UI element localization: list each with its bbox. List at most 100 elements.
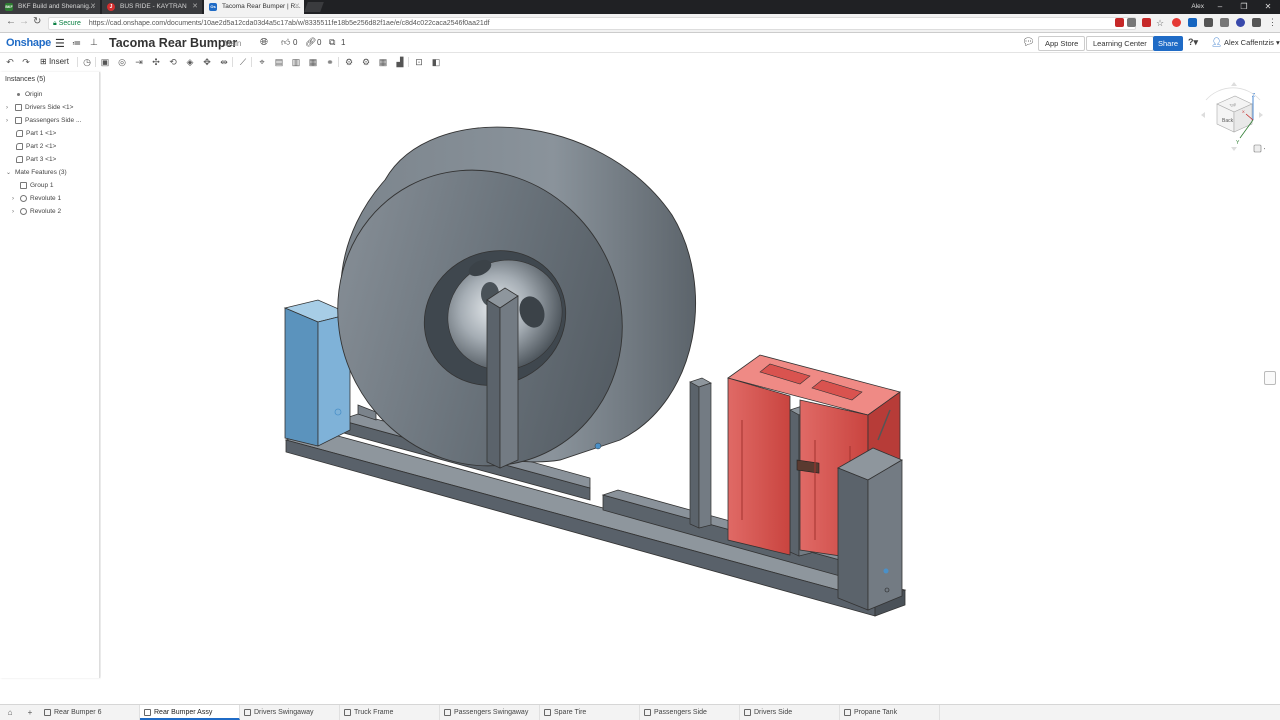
gear-relation-icon[interactable]: ⚙: [344, 57, 354, 67]
assembly-scene[interactable]: [101, 70, 1280, 705]
onshape-logo[interactable]: Onshape: [6, 37, 51, 49]
restore-icon[interactable]: ❐: [1232, 0, 1256, 14]
mate-connector-icon[interactable]: ⌖: [257, 57, 267, 67]
tab-propane-tank[interactable]: Propane Tank: [840, 705, 940, 720]
extension-icon[interactable]: [1188, 18, 1197, 27]
tire-mount-post[interactable]: [486, 287, 519, 469]
expand-caret-icon[interactable]: ›: [6, 115, 8, 127]
tree-item-origin[interactable]: Origin: [0, 89, 100, 101]
workspace-label[interactable]: Main: [224, 39, 241, 48]
app-store-button[interactable]: App Store: [1038, 36, 1086, 51]
tree-item-group-1[interactable]: Group 1: [0, 180, 100, 192]
tree-item-part-2[interactable]: Part 2 <1>: [0, 141, 100, 153]
extension-icon[interactable]: [1220, 18, 1229, 27]
reload-icon[interactable]: ↻: [33, 16, 41, 27]
tab-close-icon[interactable]: ✕: [294, 0, 300, 14]
user-avatar-icon[interactable]: 👤︎: [1211, 37, 1222, 48]
relation-icon[interactable]: ⚭: [325, 57, 335, 67]
tab-passengers-side[interactable]: Passengers Side: [640, 705, 740, 720]
tree-item-part-1[interactable]: Part 1 <1>: [0, 128, 100, 140]
tree-item-part-3[interactable]: Part 3 <1>: [0, 154, 100, 166]
ball-mate-icon[interactable]: ✥: [202, 57, 212, 67]
extension-icon[interactable]: [1252, 18, 1261, 27]
replicate-icon[interactable]: ◷: [82, 57, 92, 67]
tab-close-icon[interactable]: ✕: [90, 0, 96, 14]
rack-pinion-icon[interactable]: ⚙: [361, 57, 371, 67]
bookmark-star-icon[interactable]: ☆: [1156, 18, 1165, 28]
url-input[interactable]: 🔒︎ Secure https://cad.onshape.com/docume…: [48, 17, 1136, 30]
element-list-icon[interactable]: ⌂: [0, 705, 20, 720]
cylindrical-mate-icon[interactable]: ⟲: [168, 57, 178, 67]
pin-slot-mate-icon[interactable]: ◈: [185, 57, 195, 67]
parallel-mate-icon[interactable]: ⇹: [219, 57, 229, 67]
redo-icon[interactable]: ↷: [21, 57, 31, 67]
right-end-post[interactable]: [837, 447, 903, 611]
measure-icon[interactable]: ⊡: [414, 57, 424, 67]
planar-mate-icon[interactable]: ✣: [151, 57, 161, 67]
group-icon[interactable]: ▤: [274, 57, 284, 67]
tab-rear-bumper-assy[interactable]: Rear Bumper Assy: [140, 705, 240, 720]
extension-icon[interactable]: [1236, 18, 1245, 27]
browser-tab-2[interactable]: Os Tacoma Rear Bumper | R... ✕: [204, 0, 304, 14]
tab-passengers-swingaway[interactable]: Passengers Swingaway: [440, 705, 540, 720]
circular-pattern-icon[interactable]: ▦: [308, 57, 318, 67]
learning-center-button[interactable]: Learning Center: [1086, 36, 1154, 51]
tab-close-icon[interactable]: ✕: [192, 0, 198, 14]
tree-item-drivers-side[interactable]: › Drivers Side <1>: [0, 102, 100, 114]
browser-tab-0[interactable]: BKF BKF Build and Shenanig... ✕: [0, 0, 100, 14]
browser-tab-1[interactable]: J BUS RIDE - KAYTRAN ✕: [102, 0, 202, 14]
close-window-icon[interactable]: ✕: [1256, 0, 1280, 14]
tab-rear-bumper-6[interactable]: Rear Bumper 6: [40, 705, 140, 720]
appearance-panel-icon[interactable]: [1264, 371, 1276, 385]
share-button[interactable]: Share: [1153, 36, 1183, 51]
globe-icon[interactable]: 🌐︎: [260, 37, 268, 48]
menu-dots-icon[interactable]: ⋮: [1268, 18, 1277, 27]
view-options-icon[interactable]: [1253, 144, 1262, 153]
view-cube[interactable]: Back Top Z Y X: [1195, 78, 1265, 158]
origin-icon[interactable]: ⊥: [90, 37, 98, 48]
slider-mate-icon[interactable]: ⇥: [134, 57, 144, 67]
tab-spare-tire[interactable]: Spare Tire: [540, 705, 640, 720]
can-mount-post-left[interactable]: [689, 377, 712, 529]
tree-item-revolute-1[interactable]: › Revolute 1: [0, 193, 100, 205]
expand-caret-icon[interactable]: ›: [6, 102, 8, 114]
hamburger-menu-icon[interactable]: ☰: [55, 37, 65, 50]
section-view-icon[interactable]: ◧: [431, 57, 441, 67]
link-icon[interactable]: 🔗︎: [305, 37, 316, 48]
feature-list-icon[interactable]: ≔: [72, 38, 81, 49]
insert-button[interactable]: ⊞ Insert: [40, 57, 69, 66]
new-tab-button[interactable]: [304, 2, 324, 12]
like-icon[interactable]: 👍︎: [281, 37, 290, 48]
expand-caret-icon[interactable]: ›: [12, 193, 14, 205]
linear-relation-icon[interactable]: ▟: [395, 57, 405, 67]
graphics-viewport[interactable]: [101, 70, 1280, 705]
tangent-mate-icon[interactable]: ⟋: [238, 57, 248, 67]
tab-drivers-side[interactable]: Drivers Side: [740, 705, 840, 720]
versions-icon[interactable]: ⧉: [329, 37, 335, 48]
key-icon[interactable]: [1127, 18, 1136, 27]
tree-item-revolute-2[interactable]: › Revolute 2: [0, 206, 100, 218]
fastened-mate-icon[interactable]: ▣: [100, 57, 110, 67]
comments-icon[interactable]: 💬︎: [1022, 37, 1035, 48]
revolute-mate-icon[interactable]: ◎: [117, 57, 127, 67]
tree-item-mate-features[interactable]: ⌄ Mate Features (3): [0, 167, 100, 179]
forward-icon[interactable]: →: [19, 16, 29, 27]
tab-truck-frame[interactable]: Truck Frame: [340, 705, 440, 720]
tab-drivers-swingaway[interactable]: Drivers Swingaway: [240, 705, 340, 720]
minimize-icon[interactable]: –: [1208, 0, 1232, 14]
user-name[interactable]: Alex Caffentzis ▾: [1224, 38, 1280, 47]
add-element-icon[interactable]: +: [20, 705, 40, 720]
extension-icon[interactable]: [1204, 18, 1213, 27]
help-icon[interactable]: ?▾: [1188, 37, 1198, 48]
expand-caret-icon[interactable]: ›: [12, 206, 14, 218]
back-icon[interactable]: ←: [6, 16, 16, 27]
linear-pattern-icon[interactable]: ▥: [291, 57, 301, 67]
document-title[interactable]: Tacoma Rear Bumper: [109, 36, 237, 50]
tree-item-passengers-side[interactable]: › Passengers Side ...: [0, 115, 100, 127]
collapse-caret-icon[interactable]: ⌄: [6, 167, 11, 179]
extension-icon[interactable]: [1172, 18, 1181, 27]
undo-icon[interactable]: ↶: [5, 57, 15, 67]
blocked-icon[interactable]: [1115, 18, 1124, 27]
extension-icon[interactable]: [1142, 18, 1151, 27]
screw-relation-icon[interactable]: ▦: [378, 57, 388, 67]
